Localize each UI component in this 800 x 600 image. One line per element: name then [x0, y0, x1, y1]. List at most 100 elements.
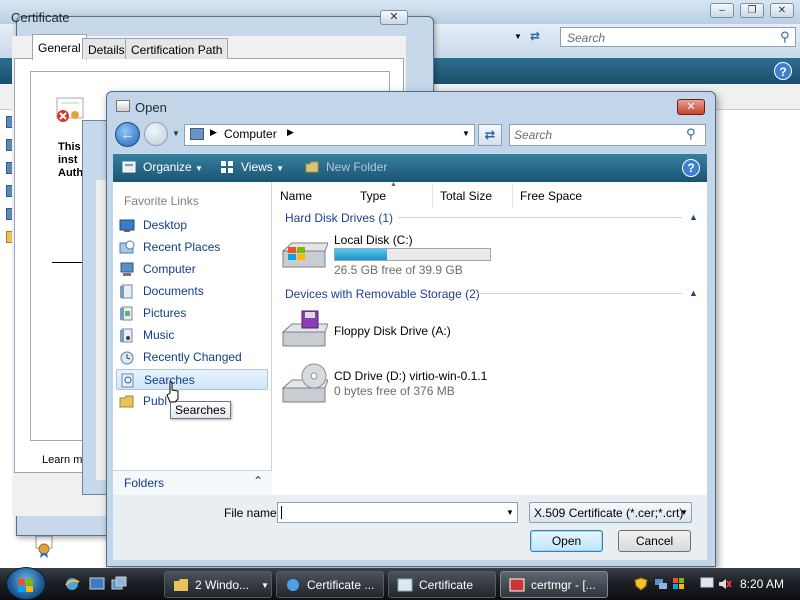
group-header-hard-disk-drives[interactable]: Hard Disk Drives (1) — [285, 211, 393, 225]
sidebar-item-searches[interactable]: Searches — [116, 369, 268, 390]
sidebar-item-recent-places[interactable]: Recent Places — [116, 237, 268, 258]
window-icon — [397, 578, 413, 592]
file-name-dropdown-icon[interactable]: ▼ — [506, 508, 514, 517]
breadcrumb-computer[interactable]: Computer — [224, 127, 277, 141]
tab-details[interactable]: Details — [82, 38, 131, 59]
drive-cd-name[interactable]: CD Drive (D:) virtio-win-0.1.1 — [334, 369, 487, 383]
sidebar-item-pictures[interactable]: Pictures — [116, 303, 268, 324]
new-folder-button[interactable]: New Folder — [326, 160, 387, 174]
taskbar-button-windows-group[interactable]: 2 Windo... — [164, 571, 272, 598]
drive-floppy-name[interactable]: Floppy Disk Drive (A:) — [334, 324, 451, 338]
computer-icon — [120, 262, 134, 276]
taskbar-button-certificate-1[interactable]: Certificate ... — [276, 571, 384, 598]
drive-cd-detail: 0 bytes free of 376 MB — [334, 384, 455, 398]
sort-indicator-icon: ▲ — [390, 181, 397, 188]
minimize-button[interactable]: – — [710, 3, 734, 18]
show-desktop-icon[interactable] — [89, 576, 105, 592]
sidebar-item-desktop[interactable]: Desktop — [116, 215, 268, 236]
drive-usage-bar — [334, 248, 491, 261]
breadcrumb-chevron-icon[interactable]: ▶ — [210, 127, 217, 138]
drive-local-disk-name[interactable]: Local Disk (C:) — [334, 233, 413, 247]
internet-explorer-icon — [287, 579, 299, 591]
display-icon[interactable] — [700, 577, 714, 591]
hard-disk-icon — [281, 242, 328, 268]
views-button[interactable]: Views ▼ — [241, 160, 284, 174]
chevron-up-icon[interactable]: ⌃ — [253, 474, 263, 488]
switch-windows-icon[interactable] — [111, 576, 127, 592]
computer-icon — [190, 128, 204, 140]
close-button[interactable]: ✕ — [770, 3, 794, 18]
tab-general[interactable]: General — [32, 34, 87, 60]
refresh-icon[interactable]: ⇄ — [530, 29, 540, 43]
forward-button[interactable] — [144, 122, 168, 146]
file-name-label: File name: — [224, 506, 281, 520]
sidebar-item-music[interactable]: Music — [116, 325, 268, 346]
open-button[interactable]: Open — [530, 530, 603, 552]
search-icon[interactable]: ⚲ — [780, 29, 790, 45]
refresh-button[interactable]: ⇄ — [478, 124, 502, 146]
cancel-button[interactable]: Cancel — [618, 530, 691, 552]
back-button[interactable]: ← — [115, 122, 140, 147]
organize-button[interactable]: Organize ▼ — [143, 160, 203, 174]
open-dialog-title: Open — [135, 100, 167, 115]
folder-icon — [174, 579, 188, 591]
certificate-close-button[interactable]: ✕ — [380, 10, 408, 25]
column-header-free-space[interactable]: Free Space — [513, 184, 593, 208]
file-type-dropdown-icon[interactable]: ▼ — [680, 508, 688, 517]
volume-muted-icon[interactable] — [718, 577, 732, 591]
learn-more-link[interactable]: Learn m — [42, 454, 82, 466]
searches-icon — [121, 373, 134, 388]
favorite-links-header: Favorite Links — [124, 194, 199, 208]
chevron-down-icon[interactable]: ▼ — [514, 32, 522, 41]
cd-drive-icon — [281, 363, 328, 403]
divider — [52, 262, 84, 263]
network-icon[interactable] — [654, 577, 668, 591]
security-shield-icon[interactable] — [634, 577, 648, 591]
windows-logo-icon — [18, 579, 33, 592]
open-close-button[interactable]: ✕ — [677, 99, 705, 115]
file-name-input[interactable] — [277, 502, 518, 523]
internet-explorer-icon[interactable] — [64, 576, 80, 592]
sidebar-item-recently-changed[interactable]: Recently Changed — [116, 347, 268, 368]
search-icon[interactable]: ⚲ — [686, 126, 696, 142]
recent-places-icon — [119, 240, 135, 254]
maximize-button[interactable]: ❐ — [740, 3, 764, 18]
hand-cursor-icon — [166, 381, 179, 403]
collapse-chevron-icon[interactable]: ▲ — [689, 288, 698, 298]
taskbar-button-certmgr[interactable]: certmgr - [... — [500, 571, 608, 598]
desktop-icon — [119, 219, 135, 232]
drive-usage-fill — [335, 249, 388, 260]
certificate-error-icon — [56, 97, 84, 122]
sidebar-item-computer[interactable]: Computer — [116, 259, 268, 280]
pictures-icon — [120, 306, 133, 321]
taskbar-button-certificate-2[interactable]: Certificate — [388, 571, 496, 598]
text-caret — [281, 506, 282, 519]
column-header-total-size[interactable]: Total Size — [433, 184, 513, 208]
certificate-dialog-title: Certificate — [11, 10, 70, 25]
group-divider — [398, 217, 682, 218]
collapse-chevron-icon[interactable]: ▲ — [689, 212, 698, 222]
organize-icon — [122, 161, 136, 173]
floppy-drive-icon — [281, 310, 328, 347]
breadcrumb-chevron-icon[interactable]: ▶ — [287, 127, 294, 138]
help-icon[interactable]: ? — [682, 159, 700, 177]
file-list-pane — [272, 182, 707, 495]
chevron-down-icon[interactable]: ▼ — [261, 581, 269, 590]
sidebar-item-documents[interactable]: Documents — [116, 281, 268, 302]
drive-local-disk-detail: 26.5 GB free of 39.9 GB — [334, 263, 463, 277]
recent-pages-chevron-icon[interactable]: ▼ — [172, 129, 180, 138]
help-icon[interactable]: ? — [774, 62, 792, 80]
file-type-value: X.509 Certificate (*.cer;*.crt) — [534, 506, 684, 520]
address-dropdown-icon[interactable]: ▼ — [462, 129, 470, 138]
windows-logo-icon[interactable] — [672, 577, 686, 591]
certmgr-icon — [509, 578, 525, 592]
views-icon — [221, 161, 233, 173]
group-header-removable-storage[interactable]: Devices with Removable Storage (2) — [285, 287, 480, 301]
tab-certification-path[interactable]: Certification Path — [125, 38, 229, 59]
tooltip: Searches — [170, 401, 231, 419]
column-header-name[interactable]: Name — [273, 184, 354, 208]
clock[interactable]: 8:20 AM — [740, 577, 784, 591]
open-dialog-icon — [116, 100, 130, 112]
background-search-input[interactable]: Search — [560, 27, 796, 47]
certificate-icon — [35, 535, 53, 558]
